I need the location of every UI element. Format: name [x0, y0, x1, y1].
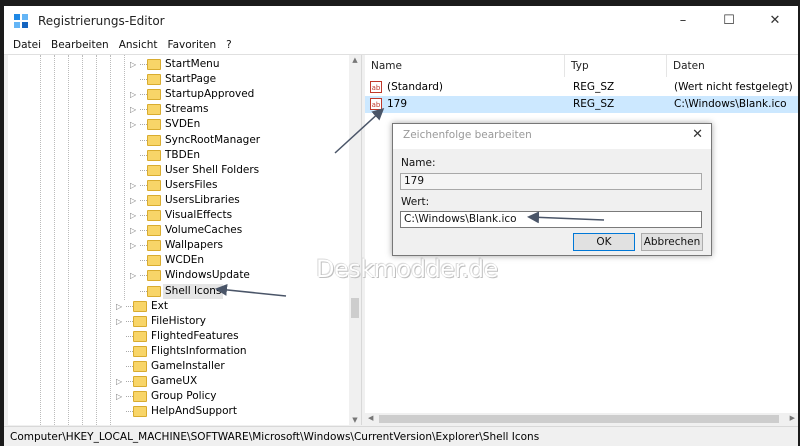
- arrow-to-value-field: [527, 211, 605, 224]
- arrow-to-value-179: [334, 107, 385, 154]
- annotation-arrows: [215, 107, 605, 297]
- arrow-to-shell-icons: [215, 283, 287, 297]
